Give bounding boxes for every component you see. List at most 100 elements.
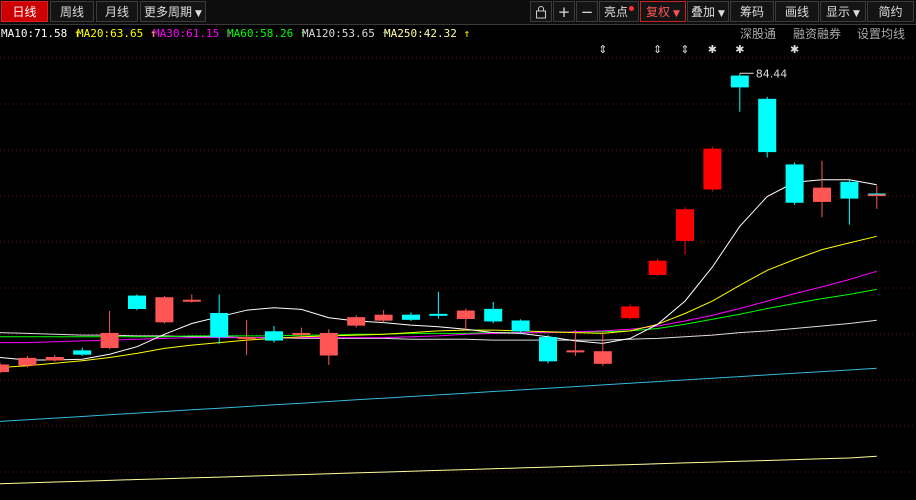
candle	[155, 296, 174, 324]
candle	[703, 146, 722, 192]
candle	[128, 294, 146, 311]
candle	[539, 335, 557, 364]
candle	[429, 291, 448, 319]
ma120-value: MA120:53.65 ↑	[302, 27, 389, 40]
overlay-dropdown[interactable]: 叠加 ▼	[687, 1, 729, 22]
candle-body	[374, 314, 393, 321]
candle-body	[566, 350, 585, 353]
candle-body	[539, 337, 557, 362]
candle	[730, 73, 749, 112]
ma250-line	[0, 455, 877, 485]
candle	[182, 294, 201, 303]
candle-body	[347, 317, 366, 326]
candle-body	[758, 98, 777, 153]
candle	[347, 315, 366, 328]
zoom-in-button[interactable]: +	[553, 1, 575, 22]
candle-body	[621, 306, 640, 319]
candle-body	[155, 297, 174, 323]
candle-body	[402, 314, 420, 320]
candle	[758, 96, 777, 158]
adjust-dropdown[interactable]: 复权 ▼	[640, 1, 686, 22]
candle	[785, 162, 804, 205]
candle	[292, 327, 311, 336]
zoom-out-button[interactable]: −	[576, 1, 598, 22]
candle-body	[0, 364, 9, 373]
candle-body	[730, 75, 749, 88]
candle-body	[456, 310, 475, 319]
candlestick-chart[interactable]: ⇕ ⇕ ⇕ ✱ ✱ ✱ 84.44	[0, 44, 916, 500]
candle-body	[429, 313, 448, 316]
event-marker: ✱	[735, 44, 744, 56]
candle-body	[265, 331, 283, 341]
candle	[484, 301, 503, 324]
bright-spot-button[interactable]: 亮点	[599, 1, 639, 22]
ma20-value: MA20:63.65 ↑	[77, 27, 157, 40]
chevron-down-icon: ▼	[673, 9, 680, 19]
candles	[0, 73, 886, 374]
candle-body	[484, 308, 503, 322]
period-week-tab[interactable]: 周线	[50, 1, 94, 22]
candle	[648, 258, 667, 277]
ma250-value: MA250:42.32 ↑	[384, 27, 471, 40]
candle	[566, 330, 585, 356]
shenzhen-connect-link[interactable]: 深股通	[740, 26, 776, 42]
period-day-tab[interactable]: 日线	[1, 1, 48, 22]
bright-spot-label: 亮点	[603, 5, 628, 19]
more-periods-dropdown[interactable]: 更多周期 ▼	[140, 1, 206, 22]
lock-icon	[536, 6, 546, 19]
event-marker: ⇕	[598, 44, 607, 56]
ma-settings-link[interactable]: 设置均线	[857, 26, 905, 42]
adjust-label: 复权	[646, 5, 671, 19]
candle	[265, 325, 283, 343]
candle-body	[840, 181, 859, 199]
display-dropdown[interactable]: 显示 ▼	[820, 1, 866, 22]
overlay-label: 叠加	[691, 5, 716, 19]
candle	[0, 362, 9, 374]
draw-line-button[interactable]: 画线	[775, 1, 819, 22]
chips-button[interactable]: 筹码	[730, 1, 774, 22]
chevron-down-icon: ▼	[718, 9, 725, 19]
candle-body	[593, 351, 612, 364]
chevron-down-icon: ▼	[195, 9, 202, 19]
candle	[511, 319, 530, 335]
chevron-down-icon: ▼	[853, 9, 860, 19]
event-marker: ⇕	[680, 44, 689, 56]
candle-body	[182, 299, 201, 302]
candle	[813, 160, 831, 218]
candle	[402, 312, 420, 321]
max-price-label: 84.44	[756, 67, 788, 80]
candle	[456, 308, 475, 331]
ma-lines	[0, 179, 877, 485]
display-label: 显示	[826, 5, 851, 19]
candle-body	[18, 357, 37, 366]
candle	[100, 311, 119, 350]
period-month-tab[interactable]: 月线	[96, 1, 138, 22]
simple-mode-button[interactable]: 简约	[867, 1, 914, 22]
candle-body	[319, 332, 338, 356]
candle-body	[73, 350, 92, 355]
event-marker: ⇕	[653, 44, 662, 56]
candle-body	[45, 357, 64, 361]
candle	[73, 347, 92, 356]
event-markers: ⇕ ⇕ ⇕ ✱ ✱ ✱	[598, 44, 799, 56]
event-marker: ✱	[790, 44, 799, 56]
candle	[867, 185, 886, 209]
candle-body	[128, 295, 146, 310]
ma10-value: MA10:71.58 ↑	[1, 27, 81, 40]
candle-body	[785, 164, 804, 203]
notification-dot-icon	[629, 6, 634, 11]
candle	[840, 179, 859, 225]
candle-body	[511, 320, 530, 332]
lock-button[interactable]	[530, 1, 552, 22]
candle	[237, 320, 256, 356]
margin-trading-link[interactable]: 融资融券	[793, 26, 841, 42]
candle-body	[292, 332, 311, 335]
candle-body	[210, 313, 229, 338]
candle	[45, 355, 64, 362]
candle-body	[703, 148, 722, 190]
candle	[210, 294, 229, 345]
ma30-value: MA30:61.15 ↑	[153, 27, 233, 40]
candle-body	[237, 337, 256, 340]
candle	[374, 310, 393, 323]
candle	[621, 304, 640, 320]
